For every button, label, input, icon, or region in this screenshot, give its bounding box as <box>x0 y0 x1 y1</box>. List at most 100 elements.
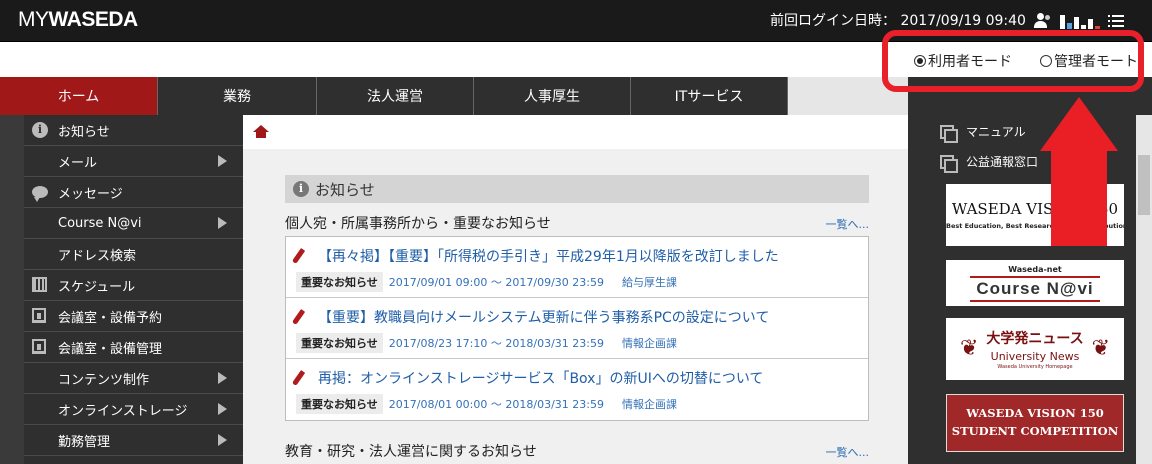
manual-label: マニュアル <box>966 125 1026 139</box>
whistleblower-label: 公益通報窓口 <box>966 155 1039 169</box>
coursenavi-top-text: Waseda-net <box>1008 265 1062 274</box>
news-department-link[interactable]: 情報企画課 <box>622 396 677 412</box>
whistleblower-link[interactable]: 公益通報窓口 <box>940 153 1039 173</box>
home-icon[interactable] <box>253 125 269 138</box>
competition-line1: WASEDA VISION 150 <box>966 406 1104 420</box>
submenu-arrow-icon <box>218 434 227 446</box>
sidebar-item-label: アドレス検索 <box>58 248 137 264</box>
building-icon <box>32 339 48 355</box>
logo-my: MY <box>18 8 49 31</box>
news-title-link[interactable]: 【再々掲】【重要】「所得税の手引き」平成29年1月以降版を改訂しました <box>318 246 779 266</box>
news-department-link[interactable]: 給与厚生課 <box>622 274 677 290</box>
nav-spacer <box>788 77 908 115</box>
news-item: 【重要】教職員向けメールシステム更新に伴う事務系PCの設定について 重要なお知ら… <box>286 298 868 359</box>
news-title-link[interactable]: 再掲：オンラインストレージサービス「Box」の新UIへの切替について <box>318 368 763 388</box>
important-badge: 重要なお知らせ <box>296 394 383 414</box>
submenu-arrow-icon <box>218 403 227 415</box>
course-navi-banner[interactable]: Waseda-net Course N@vi <box>946 260 1124 306</box>
sidebar-item-label: 会議室・設備管理 <box>58 341 163 357</box>
calendar-icon <box>32 277 48 293</box>
submenu-arrow-icon <box>218 155 227 167</box>
section-heading-text: 個人宛・所属事務所から・重要なお知らせ <box>285 216 551 232</box>
news-meta: 重要なお知らせ 2017/08/01 00:00 ～ 2018/03/31 23… <box>296 394 677 414</box>
sidebar-item-content-creation[interactable]: コンテンツ制作 <box>24 363 243 394</box>
speech-bubble-icon <box>32 184 48 202</box>
news-meta: 重要なお知らせ 2017/09/01 09:00 ～ 2017/09/30 23… <box>296 272 677 292</box>
notices-panel-title: i お知らせ <box>285 175 869 203</box>
sidebar-item-label: メール <box>58 155 98 171</box>
view-all-link[interactable]: 一覧へ... <box>826 444 870 460</box>
university-news-banner[interactable]: ❦ ❦ 大学発ニュース University News Waseda Unive… <box>946 318 1124 380</box>
nav-home[interactable]: ホーム <box>0 77 158 115</box>
section-heading-education: 教育・研究・法人運営に関するお知らせ 一覧へ... <box>285 441 869 461</box>
panel-title-text: お知らせ <box>315 180 375 199</box>
coursenavi-logo-text: Course N@vi <box>970 276 1100 302</box>
nav-hr[interactable]: 人事厚生 <box>474 77 631 115</box>
mywaseda-logo[interactable]: MYWASEDA <box>18 8 138 32</box>
important-badge: 重要なお知らせ <box>296 333 383 353</box>
laurel-right-icon: ❦ <box>1091 336 1110 361</box>
section-heading-important: 個人宛・所属事務所から・重要なお知らせ 一覧へ... <box>285 213 869 233</box>
language-flags-icon[interactable] <box>1060 13 1102 29</box>
user-icon[interactable] <box>1034 13 1054 29</box>
sidebar-item-coursenavi[interactable]: Course N@vi <box>24 208 243 239</box>
sidebar-item-mail[interactable]: メール <box>24 146 243 177</box>
sidebar-item-schedule[interactable]: スケジュール <box>24 270 243 301</box>
nav-it-services[interactable]: ITサービス <box>631 77 788 115</box>
admin-mode-radio[interactable]: 管理者モート <box>1040 51 1138 71</box>
sidebar-item-messages[interactable]: メッセージ <box>24 177 243 208</box>
sidebar-item-address-search[interactable]: アドレス検索 <box>24 239 243 270</box>
external-window-icon <box>940 124 958 143</box>
sidebar-item-label: Course N@vi <box>58 215 142 231</box>
news-title-link[interactable]: 【重要】教職員向けメールシステム更新に伴う事務系PCの設定について <box>318 307 769 327</box>
important-news-list: 【再々掲】【重要】「所得税の手引き」平成29年1月以降版を改訂しました 重要なお… <box>285 236 869 421</box>
sidebar-item-label: 勤務管理 <box>58 434 111 450</box>
manual-link[interactable]: マニュアル <box>940 123 1026 143</box>
univ-news-small: Waseda University Homepage <box>997 364 1073 370</box>
sidebar-item-label: メッセージ <box>58 186 123 202</box>
menu-list-icon[interactable] <box>1108 14 1124 28</box>
scrollbar-thumb[interactable] <box>1138 155 1150 215</box>
sidebar-item-label: お知らせ <box>58 124 110 140</box>
submenu-arrow-icon <box>218 217 227 229</box>
section-heading-text: 教育・研究・法人運営に関するお知らせ <box>285 444 537 460</box>
news-meta: 重要なお知らせ 2017/08/23 17:10 ～ 2018/03/31 23… <box>296 333 677 353</box>
news-date: 2017/08/23 17:10 ～ 2018/03/31 23:59 <box>388 337 604 350</box>
sidebar-item-room-management[interactable]: 会議室・設備管理 <box>24 332 243 363</box>
user-mode-label: 利用者モード <box>928 54 1012 70</box>
laurel-left-icon: ❦ <box>960 336 979 361</box>
top-icons <box>1034 10 1124 32</box>
sidebar-strip <box>0 115 24 464</box>
radio-checked-icon <box>914 55 926 67</box>
top-bar: MYWASEDA 前回ログイン日時： 2017/09/19 09:40 <box>0 0 1152 42</box>
pen-icon <box>291 370 306 386</box>
nav-corporate[interactable]: 法人運営 <box>317 77 474 115</box>
pen-icon <box>291 248 306 264</box>
info-icon: i <box>32 122 48 138</box>
pen-icon <box>291 309 306 325</box>
news-department-link[interactable]: 情報企画課 <box>622 335 677 351</box>
main-content: i お知らせ 個人宛・所属事務所から・重要なお知らせ 一覧へ... 【再々掲】【… <box>243 115 908 464</box>
admin-mode-label: 管理者モート <box>1054 54 1138 70</box>
mode-bar: 利用者モード 管理者モート <box>0 43 1152 77</box>
logo-waseda: WASEDA <box>48 8 139 31</box>
news-item: 【再々掲】【重要】「所得税の手引き」平成29年1月以降版を改訂しました 重要なお… <box>286 237 868 298</box>
news-date: 2017/08/01 00:00 ～ 2018/03/31 23:59 <box>388 398 604 411</box>
view-all-link[interactable]: 一覧へ... <box>826 216 870 232</box>
user-mode-radio[interactable]: 利用者モード <box>914 51 1012 71</box>
submenu-arrow-icon <box>218 372 227 384</box>
sidebar-item-online-storage[interactable]: オンラインストレージ <box>24 394 243 425</box>
sidebar-item-attendance[interactable]: 勤務管理 <box>24 425 243 456</box>
student-competition-banner[interactable]: WASEDA VISION 150 STUDENT COMPETITION <box>946 394 1124 452</box>
nav-business[interactable]: 業務 <box>158 77 317 115</box>
breadcrumb <box>243 115 908 149</box>
news-date: 2017/09/01 09:00 ～ 2017/09/30 23:59 <box>388 276 604 289</box>
last-login-info: 前回ログイン日時： 2017/09/19 09:40 <box>770 13 1026 29</box>
scrollbar[interactable] <box>1136 115 1152 464</box>
annotation-arrow-shaft <box>1051 148 1107 246</box>
sidebar-item-notices[interactable]: i お知らせ <box>24 115 243 146</box>
building-icon <box>32 308 48 324</box>
sidebar-item-label: コンテンツ制作 <box>58 372 150 388</box>
sidebar-item-room-booking[interactable]: 会議室・設備予約 <box>24 301 243 332</box>
radio-unchecked-icon <box>1040 55 1052 67</box>
